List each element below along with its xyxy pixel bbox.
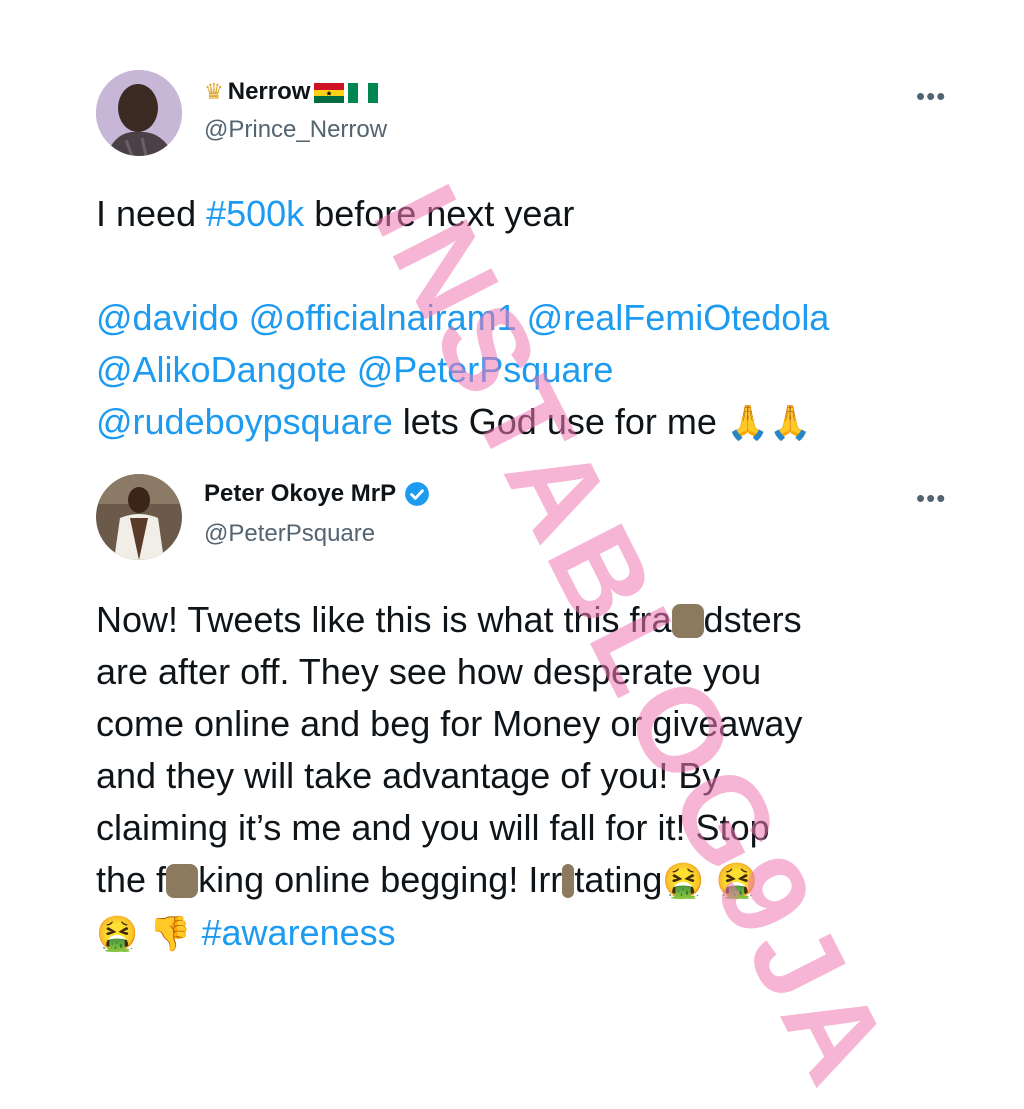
line-1: Now! Tweets like this is what this fra ds… xyxy=(96,594,956,646)
display-name[interactable]: Peter Okoye MrP xyxy=(204,480,396,508)
handle[interactable]: @PeterPsquare xyxy=(204,520,375,548)
line-6: the f king online begging! Irr tating🤮 🤮 xyxy=(96,854,956,907)
mentions-line-2: @AlikoDangote @PeterPsquare xyxy=(96,344,936,396)
pray-emoji-icon: 🙏🙏 xyxy=(726,403,812,443)
display-name[interactable]: Nerrow xyxy=(228,78,311,106)
mention-link[interactable]: @realFemiOtedola xyxy=(527,297,830,338)
hashtag-link[interactable]: #500k xyxy=(206,193,304,234)
body-text: the f xyxy=(96,859,167,900)
vomit-emoji-icon: 🤮 🤮 xyxy=(662,861,758,901)
tweet-body: Now! Tweets like this is what this fra ds… xyxy=(96,594,956,960)
line-7: 🤮 👎 #awareness xyxy=(96,907,956,960)
body-text: I need xyxy=(96,193,207,234)
body-text: lets God use for me xyxy=(392,401,727,442)
censor-blur xyxy=(671,604,704,638)
tweet-body: I need #500k before next year @davido @o… xyxy=(96,188,936,449)
ghana-flag-icon xyxy=(314,82,345,103)
avatar[interactable] xyxy=(96,70,182,156)
tweet-peter[interactable]: Peter Okoye MrP @PeterPsquare ••• Now! T… xyxy=(64,464,960,960)
censor-blur xyxy=(562,864,575,898)
emoji-icons: 🤮 👎 xyxy=(96,914,192,954)
more-options-icon[interactable]: ••• xyxy=(916,83,946,109)
display-name-row[interactable]: ♛ Nerrow xyxy=(204,78,379,106)
crown-icon: ♛ xyxy=(204,79,224,104)
mention-link[interactable]: @PeterPsquare xyxy=(357,349,614,390)
line-3: come online and beg for Money or giveawa… xyxy=(96,703,803,744)
mention-link[interactable]: @AlikoDangote xyxy=(96,349,347,390)
avatar[interactable] xyxy=(96,474,182,560)
line-4: and they will take advantage of you! By xyxy=(96,755,721,796)
verified-badge-icon xyxy=(404,481,430,507)
line-2: are after off. They see how desperate yo… xyxy=(96,651,762,692)
body-text: before next year xyxy=(304,193,575,234)
body-text: king online begging! Irr xyxy=(198,859,563,900)
more-options-icon[interactable]: ••• xyxy=(916,485,946,511)
line-5: claiming it’s me and you will fall for i… xyxy=(96,807,770,848)
mention-link[interactable]: @rudeboypsquare xyxy=(96,401,393,442)
body-text: Now! Tweets like this is what this fra xyxy=(96,599,672,640)
censor-blur xyxy=(166,864,199,898)
mentions-line-1: @davido @officialnairam1 @realFemiOtedol… xyxy=(96,292,936,344)
tweet-nerrow[interactable]: ♛ Nerrow @Prince_Nerrow ••• I need #500k… xyxy=(64,64,960,464)
display-name-row[interactable]: Peter Okoye MrP xyxy=(204,480,430,508)
body-text: tating xyxy=(574,859,663,900)
body-text: dsters xyxy=(703,599,802,640)
handle[interactable]: @Prince_Nerrow xyxy=(204,116,387,144)
line-1: I need #500k before next year xyxy=(96,188,936,240)
nigeria-flag-icon xyxy=(348,82,379,103)
mention-link[interactable]: @officialnairam1 xyxy=(249,297,517,338)
mention-link[interactable]: @davido xyxy=(96,297,239,338)
mentions-line-3: @rudeboypsquare lets God use for me 🙏🙏 xyxy=(96,396,936,449)
screenshot-card: ♛ Nerrow @Prince_Nerrow ••• I need #500k… xyxy=(64,64,960,1108)
hashtag-link[interactable]: #awareness xyxy=(202,912,396,953)
